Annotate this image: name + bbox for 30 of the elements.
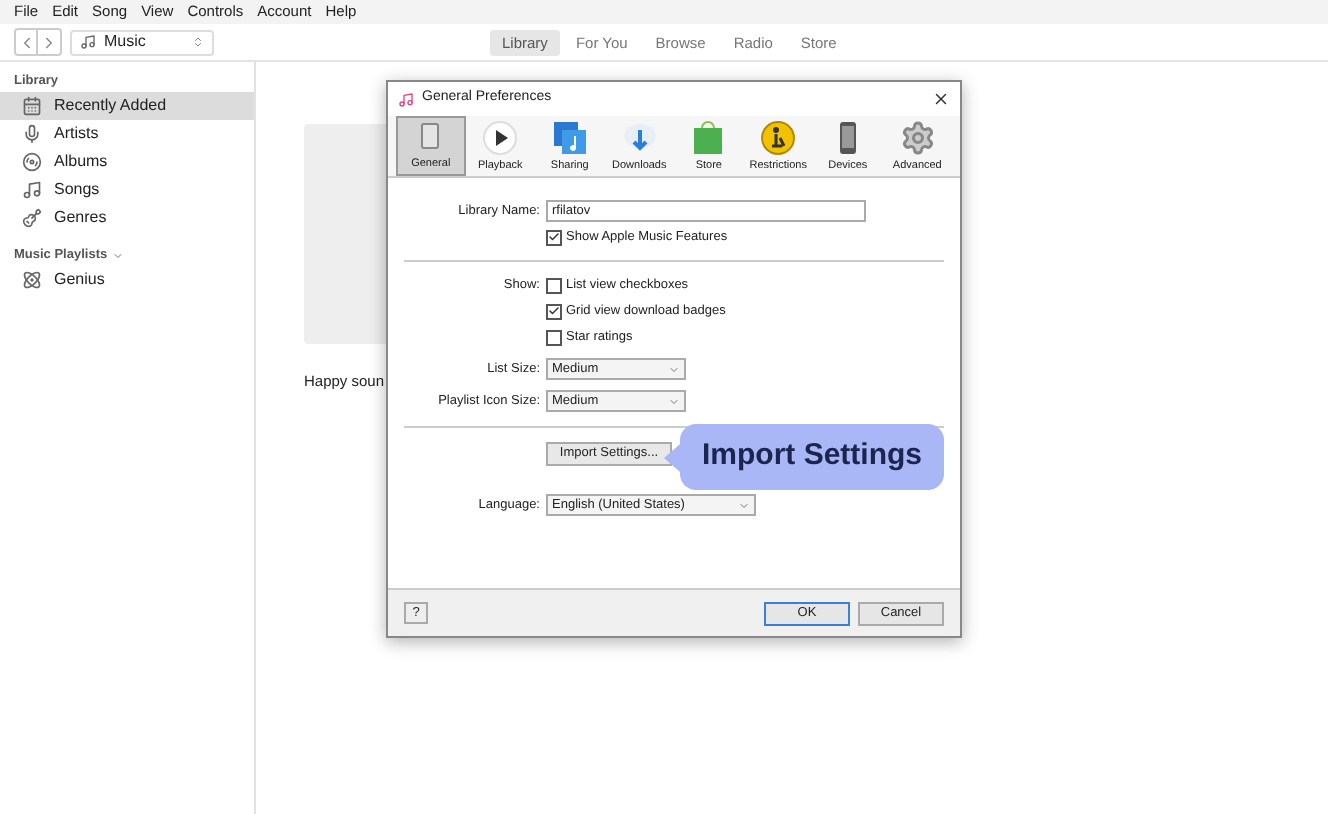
- music-note-icon: [22, 180, 42, 200]
- parental-icon: [760, 120, 797, 156]
- sidebar-item[interactable]: Genius: [0, 266, 254, 294]
- checkbox[interactable]: [546, 229, 562, 245]
- cloud-download-icon: [621, 120, 658, 156]
- atom-icon: [22, 270, 42, 290]
- checkbox[interactable]: [546, 329, 562, 345]
- phone-icon: [420, 122, 441, 150]
- callout: Import Settings: [680, 424, 945, 490]
- chevron-icon: [738, 499, 750, 511]
- shopping-bag-icon: [692, 120, 725, 156]
- phone-icon: [837, 120, 858, 156]
- sidebar-item[interactable]: Artists: [0, 120, 254, 148]
- callout-pointer: [664, 443, 680, 471]
- microphone-icon: [22, 124, 42, 144]
- calendar-icon: [22, 96, 42, 116]
- album-icon: [22, 152, 42, 172]
- app-icon: [398, 91, 414, 107]
- sidebar-item[interactable]: Songs: [0, 176, 254, 204]
- checkbox[interactable]: [546, 277, 562, 293]
- chevron-icon: [668, 363, 680, 375]
- guitar-icon: [22, 208, 42, 228]
- chevron-icon: [668, 395, 680, 407]
- sidebar-item[interactable]: Genres: [0, 204, 254, 232]
- sidebar-item[interactable]: Recently Added: [0, 92, 254, 120]
- close-icon[interactable]: [932, 90, 950, 108]
- music-note-icon: [80, 34, 96, 50]
- media-picker[interactable]: Music: [70, 29, 214, 55]
- sidebar-item[interactable]: Albums: [0, 148, 254, 176]
- checkbox[interactable]: [546, 303, 562, 319]
